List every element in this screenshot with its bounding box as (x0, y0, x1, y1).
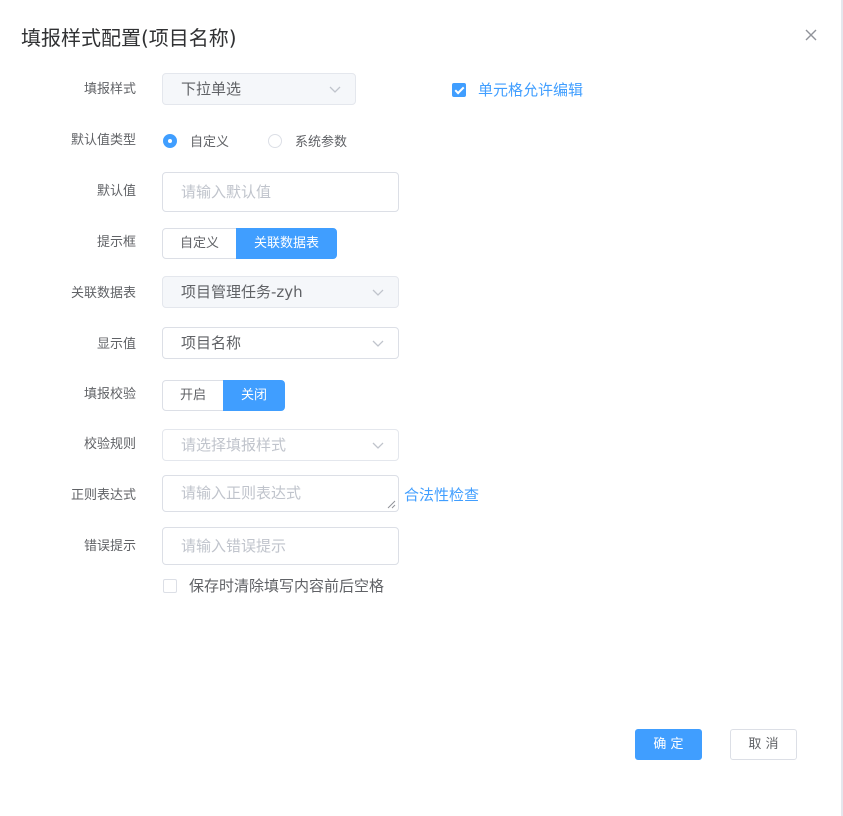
error-tip-placeholder: 请输入错误提示 (181, 537, 287, 555)
fill-style-dialog: 填报样式配置(项目名称) 填报样式 下拉单选 单元格允许编辑 默认值类型 自定义… (0, 0, 843, 816)
linked-table-select[interactable]: 项目管理任务-zyh (162, 276, 399, 308)
fill-style-label: 填报样式 (83, 82, 136, 97)
error-tip-input[interactable]: 请输入错误提示 (162, 527, 399, 565)
radio-unchecked-icon (268, 133, 282, 148)
chevron-down-icon (329, 83, 341, 95)
linked-table-label: 关联数据表 (70, 286, 136, 301)
prompt-linked-table-button[interactable]: 关联数据表 (236, 228, 338, 259)
validation-rule-select[interactable]: 请选择填报样式 (162, 429, 399, 461)
validation-label: 填报校验 (83, 387, 136, 402)
default-type-label: 默认值类型 (70, 133, 136, 148)
error-tip-label: 错误提示 (83, 539, 136, 554)
regex-textarea[interactable]: 请输入正则表达式 (162, 475, 399, 512)
display-value-value: 项目名称 (181, 334, 242, 352)
validation-off-button[interactable]: 关闭 (223, 380, 286, 411)
fill-style-value: 下拉单选 (181, 80, 242, 98)
cancel-button[interactable]: 取 消 (730, 729, 797, 760)
radio-custom-label: 自定义 (190, 135, 230, 150)
display-value-select[interactable]: 项目名称 (162, 327, 399, 359)
display-value-label: 显示值 (96, 337, 136, 352)
default-value-placeholder: 请输入默认值 (181, 183, 272, 201)
linked-table-value: 项目管理任务-zyh (181, 283, 303, 301)
validation-rule-placeholder: 请选择填报样式 (181, 436, 287, 454)
radio-checked-icon (163, 133, 177, 148)
trim-whitespace-checkbox[interactable] (163, 579, 177, 593)
prompt-custom-button[interactable]: 自定义 (162, 228, 238, 259)
radio-system-param[interactable]: 系统参数 (268, 131, 347, 150)
default-value-input[interactable]: 请输入默认值 (162, 172, 399, 212)
checkbox-checked-icon (452, 83, 466, 97)
chevron-down-icon (372, 286, 384, 298)
chevron-down-icon (372, 439, 384, 451)
regex-placeholder: 请输入正则表达式 (181, 484, 302, 502)
regex-label: 正则表达式 (70, 488, 136, 503)
prompt-box-toggle: 自定义 关联数据表 (162, 228, 338, 259)
validation-on-button[interactable]: 开启 (162, 380, 225, 411)
allow-edit-checkbox[interactable] (452, 83, 466, 97)
validation-toggle: 开启 关闭 (162, 380, 286, 411)
confirm-button[interactable]: 确 定 (635, 729, 702, 760)
allow-edit-label[interactable]: 单元格允许编辑 (478, 80, 583, 100)
fill-style-select[interactable]: 下拉单选 (162, 73, 356, 105)
radio-system-param-label: 系统参数 (295, 135, 348, 150)
default-value-label: 默认值 (96, 184, 136, 199)
checkbox-unchecked-icon (163, 579, 177, 593)
radio-custom[interactable]: 自定义 (163, 131, 229, 150)
validation-rule-label: 校验规则 (83, 437, 136, 452)
trim-whitespace-label[interactable]: 保存时清除填写内容前后空格 (189, 576, 384, 596)
resize-handle-icon[interactable] (386, 499, 396, 509)
regex-check-link[interactable]: 合法性检查 (404, 485, 479, 505)
prompt-box-label: 提示框 (96, 235, 136, 250)
close-icon[interactable] (801, 25, 821, 45)
dialog-title: 填报样式配置(项目名称) (21, 26, 237, 50)
chevron-down-icon (372, 337, 384, 349)
